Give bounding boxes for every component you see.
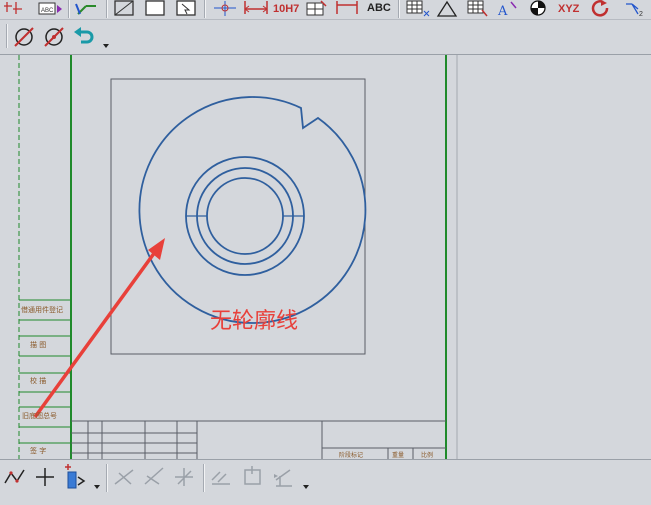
top-toolbar: ABC 10H7 ABC A XYZ 2 <box>0 0 651 20</box>
svg-text:2: 2 <box>639 11 643 18</box>
perp-icon[interactable] <box>171 464 197 490</box>
left-label-2: 校 描 <box>30 377 47 385</box>
box-icon[interactable] <box>240 464 266 490</box>
bore-circle <box>206 177 284 255</box>
title-label-scale: 比例 <box>421 452 434 459</box>
title-label-weight: 重量 <box>392 452 405 459</box>
no-circle2-icon[interactable] <box>41 24 67 50</box>
coord-icon[interactable]: XYZ <box>558 3 579 15</box>
pan-icon[interactable] <box>174 0 198 18</box>
undo-icon[interactable] <box>71 24 97 50</box>
left-label-1: 描 图 <box>30 341 47 349</box>
snap-icon[interactable] <box>2 0 28 18</box>
rect-icon[interactable] <box>112 0 136 18</box>
triangle-icon[interactable] <box>436 0 458 18</box>
text-block-icon[interactable]: ABC <box>36 0 64 18</box>
title-block <box>71 420 446 459</box>
cross-icon[interactable] <box>32 464 58 490</box>
svg-text:A: A <box>497 4 508 18</box>
ring-circle-2 <box>196 167 294 265</box>
bisect-icon[interactable] <box>141 464 167 490</box>
point-icon[interactable] <box>210 0 240 18</box>
left-label-0: 借通用件登记 <box>21 306 63 314</box>
component-icon[interactable] <box>62 463 90 491</box>
refresh-icon[interactable] <box>589 0 613 18</box>
axis-icon[interactable] <box>72 0 102 18</box>
dropdown-icon[interactable] <box>300 468 312 492</box>
polyline-icon[interactable] <box>2 464 28 490</box>
grid-icon[interactable] <box>404 0 430 18</box>
no-circle-icon[interactable] <box>11 24 37 50</box>
left-column-table <box>19 299 71 444</box>
shade-icon[interactable] <box>527 0 549 18</box>
annotation-text: 无轮廓线 <box>210 309 299 334</box>
dropdown-icon[interactable] <box>100 28 112 50</box>
angle-icon[interactable] <box>111 464 137 490</box>
annotation-arrow-shaft <box>33 250 157 419</box>
tangent-icon[interactable] <box>272 464 298 490</box>
left-label-4: 签 字 <box>30 447 47 455</box>
left-label-3: 旧底图总号 <box>22 412 57 420</box>
box-icon[interactable] <box>143 0 167 18</box>
tree-icon[interactable]: 2 <box>622 0 648 18</box>
drawing-canvas[interactable]: 借通用件登记 描 图 校 描 旧底图总号 签 字 无轮廓线 阶段标记 重量 比例 <box>0 55 651 459</box>
abc-block-text: ABC <box>41 8 54 14</box>
parallel-icon[interactable] <box>208 464 234 490</box>
dropdown-icon[interactable] <box>91 468 103 492</box>
dimension-icon[interactable] <box>242 0 270 18</box>
tolerance-icon[interactable]: 10H7 <box>273 3 299 15</box>
outer-profile <box>138 96 367 324</box>
secondary-toolbar <box>0 20 651 55</box>
bottom-toolbar <box>0 459 651 505</box>
text-style-icon[interactable]: A <box>495 0 519 18</box>
table-icon[interactable] <box>304 0 330 18</box>
title-label-stage: 阶段标记 <box>339 452 364 459</box>
dimension2-icon[interactable] <box>334 0 360 18</box>
table2-icon[interactable] <box>465 0 489 18</box>
abc-text-icon[interactable]: ABC <box>367 2 391 14</box>
drawing-svg <box>18 55 458 459</box>
